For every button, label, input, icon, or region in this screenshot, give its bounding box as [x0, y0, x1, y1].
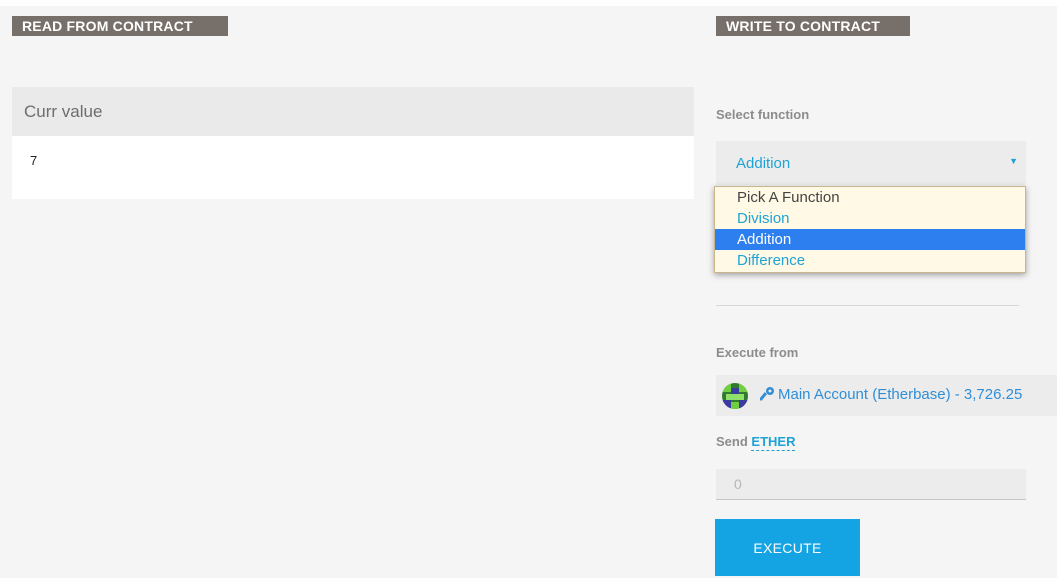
account-select[interactable]: Main Account (Etherbase) - 3,726.25	[716, 375, 1057, 416]
ether-unit-link[interactable]: ETHER	[751, 434, 796, 451]
send-label: Send ETHER	[716, 434, 796, 451]
dropdown-option-addition[interactable]: Addition	[715, 229, 1025, 250]
key-icon	[758, 385, 776, 410]
execute-from-label: Execute from	[716, 345, 799, 360]
read-section-label: READ FROM CONTRACT	[12, 16, 228, 36]
function-dropdown-list: Pick A Function Division Addition Differ…	[714, 186, 1026, 273]
send-text: Send	[716, 434, 748, 449]
function-select-value: Addition	[736, 155, 791, 172]
select-function-label: Select function	[716, 107, 810, 122]
divider	[716, 305, 1019, 306]
execute-button[interactable]: EXECUTE	[715, 519, 860, 576]
function-select[interactable]: Addition ▼	[716, 141, 1026, 185]
amount-input[interactable]	[716, 469, 1026, 500]
top-strip	[0, 0, 1057, 6]
dropdown-option-difference[interactable]: Difference	[715, 250, 1025, 271]
chevron-down-icon: ▼	[1009, 156, 1018, 166]
dropdown-option-division[interactable]: Division	[715, 208, 1025, 229]
identicon-icon	[722, 383, 748, 409]
read-value-card: Curr value 7	[12, 87, 694, 199]
write-section-label: WRITE TO CONTRACT	[716, 16, 910, 36]
account-name: Main Account (Etherbase) - 3,726.25	[778, 386, 1023, 403]
curr-value-title: Curr value	[12, 87, 694, 136]
dropdown-option-pick[interactable]: Pick A Function	[715, 187, 1025, 208]
curr-value-display: 7	[30, 153, 38, 168]
